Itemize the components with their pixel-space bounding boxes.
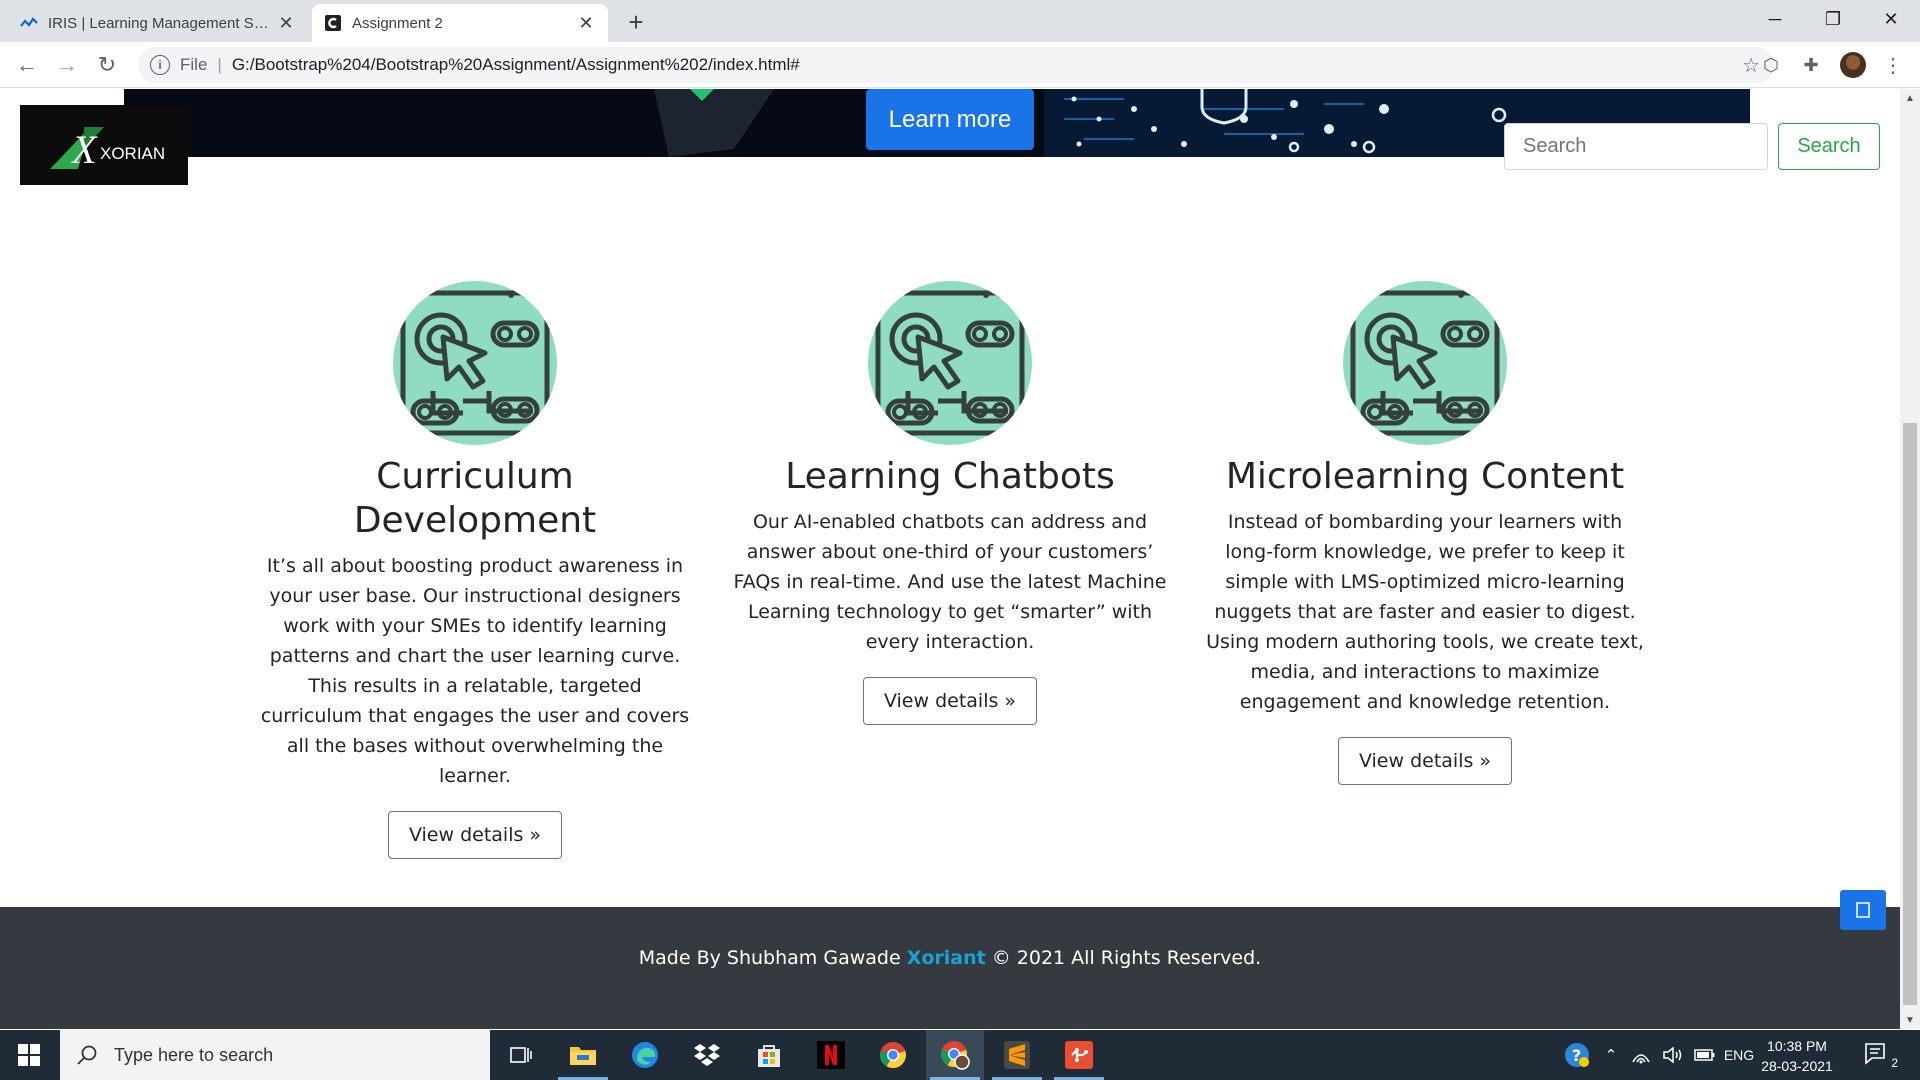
- chrome-icon[interactable]: [864, 1030, 922, 1080]
- feature-title: Microlearning Content: [1225, 456, 1625, 497]
- search-input[interactable]: Search: [1504, 123, 1768, 170]
- taskbar-search-placeholder: Type here to search: [114, 1044, 274, 1065]
- tab-title: IRIS | Learning Management System: [48, 14, 276, 32]
- tab-iris[interactable]: IRIS | Learning Management System ✕: [8, 4, 308, 42]
- task-view-icon[interactable]: [492, 1030, 550, 1080]
- clock-time: 10:38 PM: [1767, 1038, 1827, 1054]
- search-icon: [77, 1045, 97, 1065]
- footer-prefix: Made By Shubham Gawade: [638, 947, 907, 969]
- clock-date: 28-03-2021: [1761, 1058, 1833, 1074]
- close-tab-icon[interactable]: ✕: [276, 13, 296, 33]
- info-icon[interactable]: i: [150, 55, 170, 75]
- footer-text: Made By Shubham Gawade Xoriant © 2021 Al…: [0, 947, 1900, 969]
- feature-description: Our AI-enabled chatbots can address and …: [733, 511, 1167, 653]
- feature-microlearning-content: Microlearning Content Instead of bombard…: [1205, 281, 1645, 785]
- view-details-button[interactable]: View details »: [387, 811, 563, 859]
- iris-logo-icon: [20, 14, 38, 32]
- close-window-icon[interactable]: ✕: [1864, 0, 1918, 38]
- svg-text:X: X: [70, 127, 98, 172]
- store-icon[interactable]: [740, 1030, 798, 1080]
- url-text: G:/Bootstrap%204/Bootstrap%20Assignment/…: [231, 55, 800, 74]
- restore-icon[interactable]: ❐: [1806, 0, 1860, 38]
- taskbar-search-box[interactable]: Type here to search: [60, 1030, 490, 1080]
- browser-toolbar: ← → ↻ i File | G:/Bootstrap%204/Bootstra…: [0, 42, 1920, 88]
- netflix-icon[interactable]: [802, 1030, 860, 1080]
- profile-avatar[interactable]: [1840, 52, 1866, 78]
- menu-kebab-icon[interactable]: ⋮: [1880, 52, 1906, 78]
- git-icon[interactable]: [1050, 1030, 1108, 1080]
- page-footer: Made By Shubham Gawade Xoriant © 2021 Al…: [0, 907, 1900, 1029]
- interactive-cursor-icon: [393, 281, 557, 445]
- volume-icon[interactable]: [1658, 1030, 1688, 1080]
- tab-strip: IRIS | Learning Management System ✕ Assi…: [0, 0, 1920, 42]
- feature-learning-chatbots: Learning Chatbots Our AI-enabled chatbot…: [730, 281, 1170, 725]
- back-icon[interactable]: ←: [12, 50, 42, 80]
- learn-more-button[interactable]: Learn more: [866, 89, 1034, 150]
- notification-center-icon[interactable]: 2: [1864, 1040, 1898, 1070]
- windows-taskbar: Type here to search ? ⌃ ENG 10:38 PM 28-…: [0, 1030, 1920, 1080]
- scheme-label: File: [180, 55, 208, 74]
- extension-cube-icon[interactable]: ⬡: [1758, 52, 1784, 78]
- start-button[interactable]: [0, 1030, 58, 1080]
- feature-title: Learning Chatbots: [785, 456, 1115, 497]
- interactive-cursor-icon: [1343, 281, 1507, 445]
- interactive-cursor-icon: [868, 281, 1032, 445]
- address-bar[interactable]: i File | G:/Bootstrap%204/Bootstrap%20As…: [138, 47, 1774, 83]
- tab-assignment-2[interactable]: Assignment 2 ✕: [312, 4, 608, 42]
- tab-title: Assignment 2: [352, 14, 443, 32]
- feature-title: Curriculum Development: [353, 456, 597, 541]
- notification-count: 2: [1891, 1056, 1898, 1070]
- battery-icon[interactable]: [1690, 1030, 1720, 1080]
- search-button[interactable]: Search: [1778, 123, 1880, 170]
- edge-icon[interactable]: [616, 1030, 674, 1080]
- xoriant-logo[interactable]: X XORIANT: [20, 105, 188, 185]
- new-tab-button[interactable]: +: [622, 7, 650, 37]
- reload-icon[interactable]: ↻: [92, 50, 122, 80]
- xoriant-logo-mark: X XORIANT: [50, 127, 164, 172]
- page-scrollbar[interactable]: ▲ ▼: [1900, 89, 1920, 1029]
- back-to-top-button[interactable]: [1840, 890, 1886, 930]
- scroll-up-arrow-icon[interactable]: ▲: [1900, 89, 1920, 107]
- feature-description: Instead of bombarding your learners with…: [1206, 511, 1644, 713]
- file-explorer-icon[interactable]: [554, 1030, 612, 1080]
- chrome-profile-icon[interactable]: [926, 1030, 984, 1080]
- page-c-icon: [324, 14, 342, 32]
- footer-suffix: © 2021 All Rights Reserved.: [985, 947, 1262, 969]
- view-details-button[interactable]: View details »: [862, 677, 1038, 725]
- scroll-down-arrow-icon[interactable]: ▼: [1900, 1011, 1920, 1029]
- feature-description: It’s all about boosting product awarenes…: [260, 555, 690, 787]
- separator: |: [217, 55, 222, 74]
- language-indicator[interactable]: ENG: [1722, 1030, 1756, 1080]
- sublime-text-icon[interactable]: [988, 1030, 1046, 1080]
- square-icon: [1856, 902, 1870, 918]
- logo-text: XORIANT: [100, 144, 164, 163]
- view-details-button[interactable]: View details »: [1337, 737, 1513, 785]
- network-icon[interactable]: [1626, 1030, 1656, 1080]
- dropbox-icon[interactable]: [678, 1030, 736, 1080]
- footer-brand-link[interactable]: Xoriant: [907, 947, 986, 969]
- scroll-thumb[interactable]: [1903, 423, 1917, 1005]
- minimize-icon[interactable]: ─: [1748, 0, 1802, 38]
- taskbar-clock[interactable]: 10:38 PM 28-03-2021: [1752, 1036, 1842, 1076]
- windows-logo-icon: [18, 1044, 40, 1066]
- close-tab-icon[interactable]: ✕: [576, 13, 596, 33]
- show-hidden-icons-icon[interactable]: ⌃: [1598, 1030, 1624, 1080]
- forward-icon[interactable]: →: [52, 50, 82, 80]
- extensions-puzzle-icon[interactable]: ✚: [1798, 52, 1824, 78]
- page-viewport: Learn more X XORIANT Search Search: [0, 89, 1900, 1029]
- help-icon[interactable]: ?: [1560, 1030, 1594, 1080]
- feature-curriculum-development: Curriculum Development It’s all about bo…: [255, 281, 695, 859]
